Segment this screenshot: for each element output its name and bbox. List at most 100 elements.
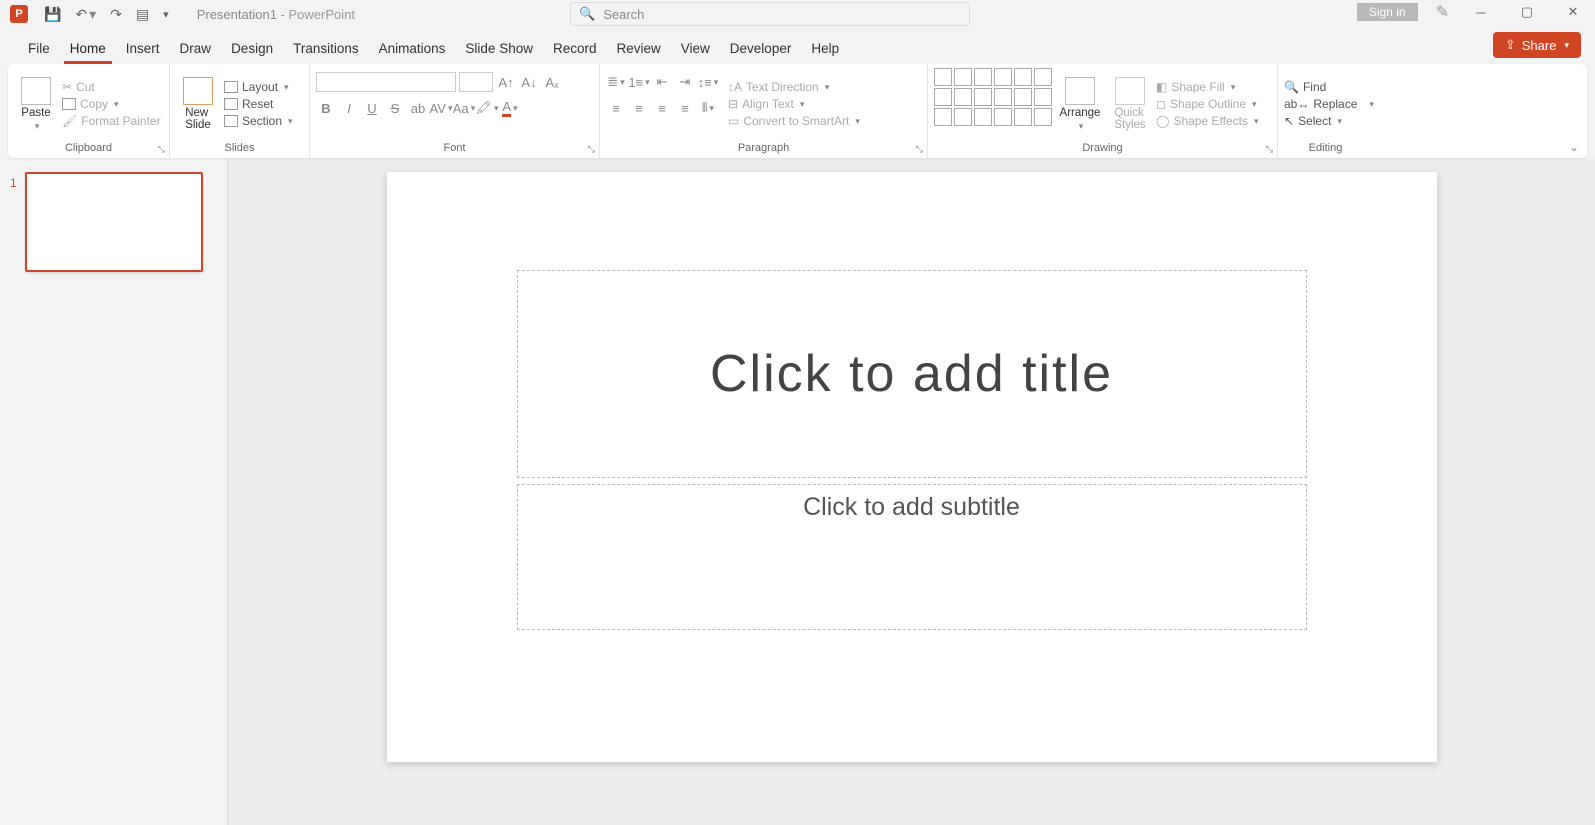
tab-design[interactable]: Design (221, 33, 283, 64)
qat-more-icon[interactable]: ▾ (163, 8, 169, 21)
tab-slideshow[interactable]: Slide Show (455, 33, 543, 64)
save-icon[interactable]: 💾 (44, 6, 61, 23)
quick-styles-label: Quick Styles (1114, 107, 1145, 131)
shadow-button[interactable]: ab (408, 98, 428, 118)
numbering-button[interactable]: 1≡▾ (629, 72, 649, 92)
search-box[interactable]: 🔍 Search (570, 2, 970, 26)
shapes-gallery[interactable] (934, 68, 1052, 140)
group-font: A↑ A↓ Aₓ B I U S ab AV▾ Aa▾ 🖍▾ A▾ Font ⤡ (310, 64, 600, 158)
layout-button[interactable]: Layout▾ (224, 80, 293, 94)
slide-canvas-area[interactable]: Click to add title Click to add subtitle (228, 158, 1595, 825)
bullets-button[interactable]: ≣▾ (606, 72, 626, 92)
decrease-font-icon[interactable]: A↓ (519, 72, 539, 92)
slideshow-start-icon[interactable]: ▤ (136, 6, 149, 23)
font-size-combo[interactable] (459, 72, 493, 92)
share-label: Share (1522, 38, 1557, 53)
tab-insert[interactable]: Insert (116, 33, 170, 64)
title-bar-right: Sign in ✎ ─ ▢ ✕ (1357, 2, 1587, 22)
drawing-dialog-launcher[interactable]: ⤡ (1266, 144, 1273, 155)
group-clipboard: Paste ▾ ✂Cut Copy▾ 🖌Format Painter Clipb… (8, 64, 170, 158)
outline-icon: ◻ (1156, 97, 1166, 111)
ribbon: Paste ▾ ✂Cut Copy▾ 🖌Format Painter Clipb… (8, 64, 1587, 158)
quick-styles-button[interactable]: Quick Styles (1108, 68, 1152, 140)
convert-smartart-button[interactable]: ▭Convert to SmartArt▾ (728, 114, 860, 128)
shape-outline-button[interactable]: ◻Shape Outline▾ (1156, 97, 1258, 111)
section-button[interactable]: Section▾ (224, 114, 293, 128)
align-left-button[interactable]: ≡ (606, 98, 626, 118)
align-right-button[interactable]: ≡ (652, 98, 672, 118)
underline-button[interactable]: U (362, 98, 382, 118)
italic-button[interactable]: I (339, 98, 359, 118)
columns-button[interactable]: ⫴▾ (698, 98, 718, 118)
pen-mode-icon[interactable]: ✎ (1436, 2, 1449, 22)
quick-access-toolbar: 💾 ↶▾ ↷ ▤ ▾ (44, 6, 169, 23)
shape-fill-button[interactable]: ◧Shape Fill▾ (1156, 80, 1258, 94)
title-placeholder[interactable]: Click to add title (517, 270, 1307, 478)
align-text-icon: ⊟ (728, 97, 738, 111)
tab-review[interactable]: Review (607, 33, 671, 64)
ribbon-tabs: File Home Insert Draw Design Transitions… (0, 28, 1595, 64)
justify-button[interactable]: ≡ (675, 98, 695, 118)
copy-button[interactable]: Copy▾ (62, 97, 161, 111)
collapse-ribbon-button[interactable]: ⌄ (1569, 140, 1579, 154)
paragraph-dialog-launcher[interactable]: ⤡ (916, 144, 923, 155)
find-button[interactable]: 🔍Find (1284, 80, 1374, 94)
subtitle-placeholder[interactable]: Click to add subtitle (517, 484, 1307, 630)
text-direction-button[interactable]: ↕AText Direction▾ (728, 80, 860, 94)
format-painter-button[interactable]: 🖌Format Painter (62, 114, 161, 128)
tab-file[interactable]: File (18, 33, 60, 64)
signin-button[interactable]: Sign in (1357, 3, 1418, 21)
highlight-color-button[interactable]: 🖍▾ (477, 98, 497, 118)
share-button[interactable]: ⇪ Share ▾ (1493, 32, 1581, 58)
tab-draw[interactable]: Draw (170, 33, 222, 64)
minimize-button[interactable]: ─ (1467, 5, 1495, 20)
tab-transitions[interactable]: Transitions (283, 33, 369, 64)
layout-icon (224, 81, 238, 93)
effects-icon: ◯ (1156, 114, 1169, 128)
search-icon: 🔍 (579, 6, 595, 22)
font-dialog-launcher[interactable]: ⤡ (588, 144, 595, 155)
font-color-button[interactable]: A▾ (500, 98, 520, 118)
undo-icon[interactable]: ↶▾ (75, 6, 96, 23)
increase-indent-button[interactable]: ⇥ (675, 72, 695, 92)
align-text-button[interactable]: ⊟Align Text▾ (728, 97, 860, 111)
paste-button[interactable]: Paste ▾ (14, 68, 58, 140)
select-button[interactable]: ↖Select▾ (1284, 114, 1374, 128)
increase-font-icon[interactable]: A↑ (496, 72, 516, 92)
bold-button[interactable]: B (316, 98, 336, 118)
scissors-icon: ✂ (62, 80, 72, 94)
group-paragraph: ≣▾ 1≡▾ ⇤ ⇥ ↕≡▾ ≡ ≡ ≡ ≡ ⫴▾ ↕AText Directi… (600, 64, 928, 158)
strikethrough-button[interactable]: S (385, 98, 405, 118)
align-center-button[interactable]: ≡ (629, 98, 649, 118)
cut-button[interactable]: ✂Cut (62, 80, 161, 94)
arrange-button[interactable]: Arrange ▾ (1056, 68, 1104, 140)
shape-effects-button[interactable]: ◯Shape Effects▾ (1156, 114, 1258, 128)
decrease-indent-button[interactable]: ⇤ (652, 72, 672, 92)
tab-developer[interactable]: Developer (720, 33, 802, 64)
slide-canvas[interactable]: Click to add title Click to add subtitle (387, 172, 1437, 762)
clear-formatting-icon[interactable]: Aₓ (542, 72, 562, 92)
change-case-button[interactable]: Aa▾ (454, 98, 474, 118)
tab-animations[interactable]: Animations (369, 33, 456, 64)
main-area: 1 Click to add title Click to add subtit… (0, 158, 1595, 825)
arrange-icon (1065, 77, 1095, 105)
slide-thumbnail-1[interactable] (25, 172, 203, 272)
tab-view[interactable]: View (671, 33, 720, 64)
reset-button[interactable]: Reset (224, 97, 293, 111)
char-spacing-button[interactable]: AV▾ (431, 98, 451, 118)
section-icon (224, 115, 238, 127)
new-slide-button[interactable]: New Slide (176, 68, 220, 140)
reset-icon (224, 98, 238, 110)
maximize-button[interactable]: ▢ (1513, 4, 1541, 20)
text-direction-icon: ↕A (728, 80, 742, 94)
tab-home[interactable]: Home (60, 33, 116, 64)
tab-record[interactable]: Record (543, 33, 607, 64)
clipboard-dialog-launcher[interactable]: ⤡ (158, 144, 165, 155)
font-name-combo[interactable] (316, 72, 456, 92)
paste-label: Paste (21, 107, 50, 119)
line-spacing-button[interactable]: ↕≡▾ (698, 72, 718, 92)
tab-help[interactable]: Help (801, 33, 849, 64)
redo-icon[interactable]: ↷ (110, 6, 122, 23)
close-button[interactable]: ✕ (1559, 4, 1587, 20)
replace-button[interactable]: ab↔Replace▾ (1284, 97, 1374, 111)
